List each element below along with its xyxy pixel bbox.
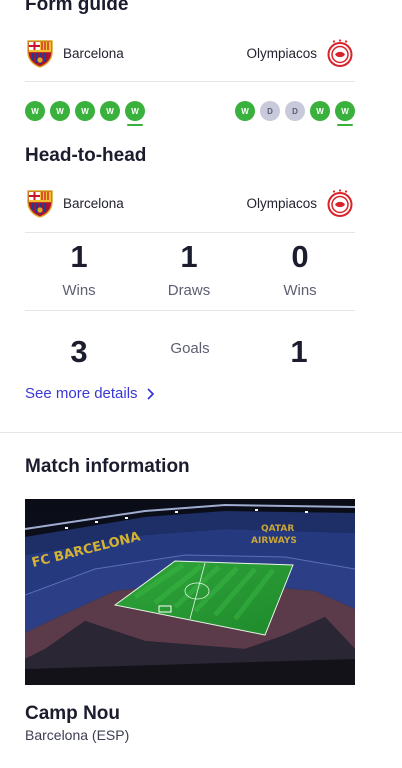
form-result-pill[interactable]: W <box>50 101 70 121</box>
match-information-title: Match information <box>25 456 190 477</box>
stadium-image: FC BARCELONA QATAR AIRWAYS <box>25 499 355 685</box>
venue-name: Camp Nou <box>25 703 120 724</box>
form-result-pill[interactable]: D <box>285 101 305 121</box>
form-row: W W W W W W D D W W <box>25 101 355 126</box>
form-result-pill[interactable]: W <box>235 101 255 121</box>
divider <box>25 81 355 82</box>
draws-label: Draws <box>167 282 211 299</box>
form-result-pill-latest[interactable]: W <box>125 101 145 126</box>
divider <box>25 310 355 311</box>
home-team-name: Barcelona <box>63 45 124 61</box>
see-more-details-link[interactable]: See more details <box>25 385 156 402</box>
home-goals-value: 3 <box>70 334 88 369</box>
away-team[interactable]: Olympiacos <box>246 188 355 218</box>
away-team-name: Olympiacos <box>246 195 317 211</box>
stadium-illustration: FC BARCELONA QATAR AIRWAYS <box>25 499 355 685</box>
away-form: W D D W W <box>235 101 355 126</box>
home-wins-value: 1 <box>70 239 88 274</box>
venue-location: Barcelona (ESP) <box>25 727 130 743</box>
form-guide-title: Form guide <box>25 0 129 15</box>
goals-label: Goals <box>170 340 210 357</box>
home-wins-label: Wins <box>62 282 96 299</box>
draws-value: 1 <box>180 239 198 274</box>
home-team[interactable]: Barcelona <box>25 188 124 218</box>
home-form: W W W W W <box>25 101 145 126</box>
olympiacos-crest-icon <box>327 39 353 67</box>
barcelona-crest-icon <box>27 40 53 68</box>
stand-text-qatar: QATAR <box>261 524 294 534</box>
home-team-name: Barcelona <box>63 195 124 211</box>
away-goals-value: 1 <box>290 334 308 369</box>
head-to-head-title: Head-to-head <box>25 145 147 166</box>
olympiacos-crest-icon <box>327 189 353 217</box>
away-wins-stat: 0 Wins <box>255 241 345 299</box>
stand-text-airways: AIRWAYS <box>251 536 297 546</box>
form-result-pill[interactable]: W <box>25 101 45 121</box>
barcelona-crest-icon <box>27 190 53 218</box>
chevron-right-icon <box>147 388 154 399</box>
form-result-pill[interactable]: W <box>75 101 95 121</box>
away-wins-label: Wins <box>283 282 317 299</box>
away-team[interactable]: Olympiacos <box>246 38 355 68</box>
away-team-name: Olympiacos <box>246 45 317 61</box>
divider <box>25 232 355 233</box>
away-wins-value: 0 <box>291 239 309 274</box>
draws-stat: 1 Draws <box>144 241 234 299</box>
see-more-details-label: See more details <box>25 385 138 402</box>
home-wins-stat: 1 Wins <box>34 241 124 299</box>
form-guide-teams: Barcelona Olympiacos <box>25 36 355 70</box>
home-team[interactable]: Barcelona <box>25 38 124 68</box>
form-result-pill[interactable]: W <box>100 101 120 121</box>
h2h-teams: Barcelona Olympiacos <box>25 186 355 220</box>
form-result-pill-latest[interactable]: W <box>335 101 355 126</box>
form-result-pill[interactable]: D <box>260 101 280 121</box>
section-divider <box>0 432 402 433</box>
form-result-pill[interactable]: W <box>310 101 330 121</box>
